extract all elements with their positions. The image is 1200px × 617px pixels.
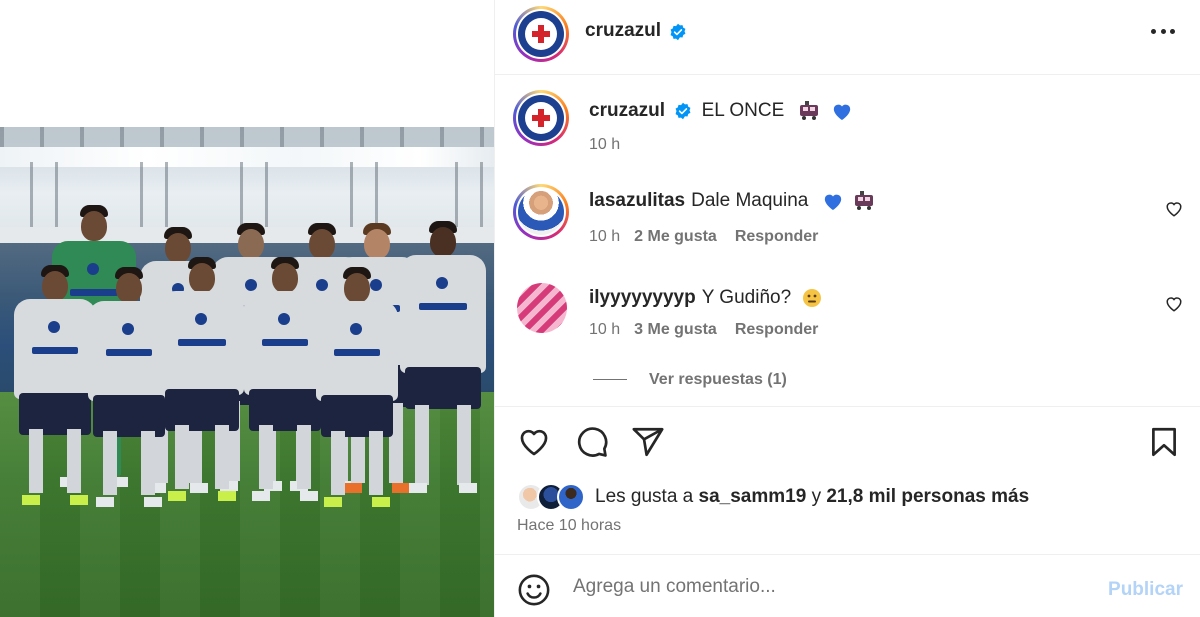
likes-count[interactable]: 21,8 mil personas más (826, 486, 1029, 507)
reply-button[interactable]: Responder (735, 321, 819, 338)
post-actions: Les gusta a sa_samm19 y 21,8 mil persona… (495, 406, 1200, 554)
verified-badge-icon (671, 23, 686, 41)
post-header: cruzazul (495, 0, 1200, 75)
caption-author-username[interactable]: cruzazul (589, 100, 665, 121)
player (316, 267, 398, 512)
blue-heart-emoji (833, 104, 851, 121)
comment-username[interactable]: lasazulitas (589, 190, 685, 211)
likes-middle: y (806, 486, 827, 507)
player (400, 221, 486, 506)
post-media[interactable] (0, 0, 494, 617)
comment-time[interactable]: 10 h (589, 228, 620, 245)
author-avatar[interactable] (513, 6, 569, 62)
caption-text: EL ONCE (701, 100, 785, 121)
replies-divider (593, 379, 627, 381)
player (244, 257, 326, 507)
roof-truss (350, 162, 378, 232)
roof-truss (240, 162, 268, 232)
comment-item: ilyyyyyyyyp Y Gudiño? 10 h 3 Me gusta Respo… (513, 283, 1183, 353)
view-replies-button[interactable]: Ver respuestas (1) (593, 371, 787, 389)
comment-likes[interactable]: 3 Me gusta (634, 321, 717, 338)
post-side-panel: cruzazul cruzazul EL ONCE 10 h lasazulit… (494, 0, 1200, 617)
post-timestamp[interactable]: Hace 10 horas (517, 517, 621, 535)
commenter-avatar[interactable] (517, 283, 567, 333)
comment-item: lasazulitas Dale Maquina 10 h 2 Me gusta Re… (513, 184, 1183, 254)
cruz-azul-logo-icon (531, 24, 550, 43)
comment-username[interactable]: ilyyyyyyyyp (589, 287, 696, 308)
like-comment-heart-icon[interactable] (1165, 200, 1183, 218)
blue-heart-emoji (824, 194, 841, 211)
train-emoji (799, 100, 818, 120)
player (160, 257, 244, 507)
comment-meta: 10 h 3 Me gusta Responder (589, 321, 818, 339)
player (14, 265, 96, 510)
share-icon[interactable] (631, 425, 665, 459)
roof-truss (140, 162, 168, 232)
cruz-azul-logo-icon (531, 108, 550, 127)
verified-badge-icon (675, 102, 691, 120)
emoji-picker-icon[interactable] (517, 573, 551, 607)
like-comment-heart-icon[interactable] (1165, 295, 1183, 313)
comment-likes[interactable]: 2 Me gusta (634, 228, 717, 245)
caption-author-avatar[interactable] (513, 90, 569, 146)
comment-time[interactable]: 10 h (589, 321, 620, 338)
commenter-avatar[interactable] (513, 184, 569, 240)
comment-text: Y Gudiño? (701, 287, 792, 308)
comment-meta: 10 h 2 Me gusta Responder (589, 228, 818, 246)
author-username[interactable]: cruzazul (585, 20, 661, 41)
add-comment-bar: Publicar (495, 554, 1200, 617)
reply-button[interactable]: Responder (735, 228, 819, 245)
team-photo (0, 127, 494, 617)
player (88, 267, 170, 512)
train-emoji (854, 190, 873, 210)
liker-username[interactable]: sa_samm19 (699, 486, 807, 507)
face-emoji (803, 288, 822, 307)
likes-prefix: Les gusta a (595, 486, 699, 507)
post-caption: cruzazul EL ONCE 10 h (513, 90, 1173, 160)
comment-input[interactable] (573, 569, 1093, 605)
header-author[interactable]: cruzazul (585, 20, 687, 42)
liker-avatar (557, 483, 585, 511)
caption-time[interactable]: 10 h (589, 136, 620, 154)
bookmark-icon[interactable] (1147, 425, 1181, 459)
publish-button[interactable]: Publicar (1108, 579, 1183, 601)
comment-text: Dale Maquina (691, 190, 809, 211)
heart-icon[interactable] (517, 425, 551, 459)
comment-icon[interactable] (575, 425, 609, 459)
more-options-icon[interactable] (1151, 29, 1175, 35)
view-replies-label: Ver respuestas (1) (649, 371, 787, 388)
